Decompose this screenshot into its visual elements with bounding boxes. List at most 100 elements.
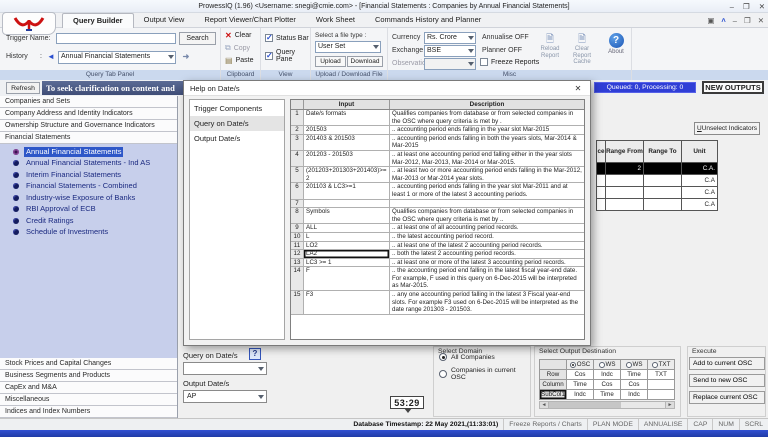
execute-button[interactable]: Send to new OSC — [689, 374, 765, 387]
destination-cell[interactable]: Cos — [621, 380, 648, 390]
input-cell[interactable]: 201103 & LC3>=1 — [304, 183, 390, 198]
sidebar-item[interactable]: Schedule of Investments — [0, 227, 177, 239]
description-cell[interactable]: Qualifies companies from database or fro… — [390, 110, 584, 125]
range-from-cell[interactable]: 2 — [606, 163, 644, 175]
destination-cell[interactable]: Indc — [567, 390, 594, 400]
status-bar-checkbox[interactable]: ✓ Status Bar — [265, 34, 310, 42]
refresh-button[interactable]: Refresh — [6, 82, 40, 94]
download-button[interactable]: Download — [347, 56, 383, 67]
sidebar-section-header[interactable]: Companies and Sets — [0, 96, 177, 108]
unselect-indicators-button[interactable]: UUnselect Indicators — [694, 122, 760, 135]
radio-icon[interactable] — [570, 362, 576, 368]
annualise-toggle[interactable]: Annualise OFF — [482, 34, 529, 41]
restore-icon[interactable]: ❐ — [743, 0, 750, 13]
sidebar-section-header[interactable]: Financial Statements — [0, 132, 177, 144]
output-dates-combobox[interactable]: AP — [183, 390, 267, 403]
description-cell[interactable]: .. at least one or more of the latest 3 … — [390, 259, 584, 267]
planner-toggle[interactable]: Planner OFF — [482, 47, 522, 54]
indicator-cell[interactable] — [597, 187, 606, 199]
unit-cell[interactable]: C.A — [682, 199, 718, 211]
sidebar-item[interactable]: Credit Ratings — [0, 215, 177, 227]
description-cell[interactable]: .. both the latest 2 accounting period r… — [390, 250, 584, 258]
description-cell[interactable]: .. accounting period ends falling in the… — [390, 183, 584, 198]
sidebar-section-header[interactable]: Miscellaneous — [0, 394, 177, 406]
sidebar-section-header[interactable]: CapEx and M&A — [0, 382, 177, 394]
description-cell[interactable]: .. accounting period ends falling in bot… — [390, 135, 584, 150]
chevron-down-icon[interactable] — [258, 367, 264, 371]
destination-scrollbar[interactable]: ◄ ► — [539, 401, 675, 409]
query-pane-checkbox[interactable]: ✓ Query Pane — [265, 49, 310, 63]
app-logo[interactable] — [2, 12, 56, 35]
execute-button[interactable]: Replace current OSC — [689, 391, 765, 404]
indicator-cell[interactable] — [597, 175, 606, 187]
radio-icon[interactable] — [652, 362, 658, 368]
sidebar-item[interactable]: Interim Financial Statements — [0, 169, 177, 181]
input-cell[interactable]: F3 — [304, 291, 390, 314]
domain-radio-option[interactable]: Companies in current OSC — [439, 367, 530, 381]
upload-button[interactable]: Upload — [315, 56, 346, 67]
destination-row-label[interactable]: SubCol1 — [540, 390, 567, 400]
destination-cell[interactable]: Time — [621, 370, 648, 380]
ribbon-tab[interactable]: Output View — [134, 13, 195, 28]
input-cell[interactable]: 201403 & 201503 — [304, 135, 390, 150]
description-cell[interactable]: .. accounting period ends falling in the… — [390, 126, 584, 134]
description-cell[interactable]: .. the accounting period end falling in … — [390, 267, 584, 290]
freeze-reports-checkbox[interactable]: Freeze Reports — [480, 58, 539, 66]
sidebar-section-header[interactable]: Indices and Index Numbers — [0, 406, 177, 418]
description-cell[interactable]: .. the latest accounting period record. — [390, 233, 584, 241]
range-from-cell[interactable] — [606, 187, 644, 199]
description-cell[interactable]: .. at least one of all accounting period… — [390, 224, 584, 232]
destination-header-cell[interactable]: TXT — [648, 360, 675, 370]
dialog-nav-item[interactable]: Query on Date/s — [190, 116, 284, 131]
sidebar-section-header[interactable]: Stock Prices and Capital Changes — [0, 358, 177, 370]
query-on-dates-combobox[interactable] — [183, 362, 267, 375]
destination-cell[interactable]: TXT — [648, 370, 675, 380]
ribbon-tab[interactable]: Report Viewer/Chart Plotter — [194, 13, 306, 28]
mdi-close-icon[interactable]: ✕ — [758, 14, 764, 27]
radio-icon[interactable] — [626, 362, 632, 368]
copy-button[interactable]: ⧉ Copy — [225, 43, 260, 53]
ribbon-tab[interactable]: Query Builder — [62, 13, 134, 28]
range-to-cell[interactable] — [644, 187, 682, 199]
range-to-cell[interactable] — [644, 163, 682, 175]
new-outputs-button[interactable]: NEW OUTPUTS — [702, 81, 764, 94]
range-from-cell[interactable] — [606, 175, 644, 187]
history-combobox[interactable]: Annual Financial Statements — [58, 51, 176, 64]
radio-icon[interactable] — [599, 362, 605, 368]
history-forward-icon[interactable]: ➜ — [180, 52, 192, 62]
input-cell[interactable]: (201203+201303+201403)>=2 — [304, 167, 390, 182]
destination-cell[interactable]: Time — [594, 390, 621, 400]
file-type-combobox[interactable]: User Set — [315, 41, 381, 53]
exchange-combobox[interactable]: BSE — [424, 45, 476, 57]
reload-report-button[interactable]: 🗎 Reload Report — [534, 34, 566, 59]
description-cell[interactable]: .. any one accounting period falling in … — [390, 291, 584, 314]
sidebar-item[interactable]: RBI Approval of ECB — [0, 204, 177, 216]
sidebar-item[interactable]: Financial Statements - Combined — [0, 181, 177, 193]
destination-cell[interactable]: Indc — [621, 390, 648, 400]
sidebar-item[interactable]: Annual Financial Statements — [0, 146, 177, 158]
scroll-left-icon[interactable]: ◄ — [540, 402, 549, 408]
sidebar-item[interactable]: Annual Financial Statements - Ind AS — [0, 158, 177, 170]
sidebar-section-header[interactable]: Business Segments and Products — [0, 370, 177, 382]
search-button[interactable]: Search — [179, 32, 216, 45]
input-cell[interactable]: LO2 — [304, 242, 390, 250]
close-icon[interactable]: ✕ — [759, 0, 765, 13]
ribbon-tab[interactable]: Commands History and Planner — [365, 13, 491, 28]
destination-cell[interactable]: Time — [567, 380, 594, 390]
minimize-icon[interactable]: – — [730, 0, 734, 13]
destination-cell[interactable] — [648, 380, 675, 390]
destination-header-cell[interactable]: WS — [594, 360, 621, 370]
collapse-ribbon-icon[interactable]: ˄ — [721, 14, 725, 27]
unit-cell[interactable]: C.A — [682, 175, 718, 187]
trigger-name-input[interactable] — [56, 33, 176, 44]
range-to-cell[interactable] — [644, 175, 682, 187]
description-cell[interactable] — [390, 200, 584, 208]
scrollbar-track[interactable] — [549, 402, 665, 408]
description-cell[interactable]: .. at least one accounting period end fa… — [390, 151, 584, 166]
mdi-minimize-icon[interactable]: – — [733, 14, 737, 27]
sidebar-item[interactable]: Industry-wise Exposure of Banks — [0, 192, 177, 204]
currency-combobox[interactable]: Rs. Crore — [424, 32, 476, 44]
input-cell[interactable]: F — [304, 267, 390, 290]
observation-combobox[interactable] — [424, 58, 476, 70]
chevron-down-icon[interactable] — [468, 62, 474, 66]
